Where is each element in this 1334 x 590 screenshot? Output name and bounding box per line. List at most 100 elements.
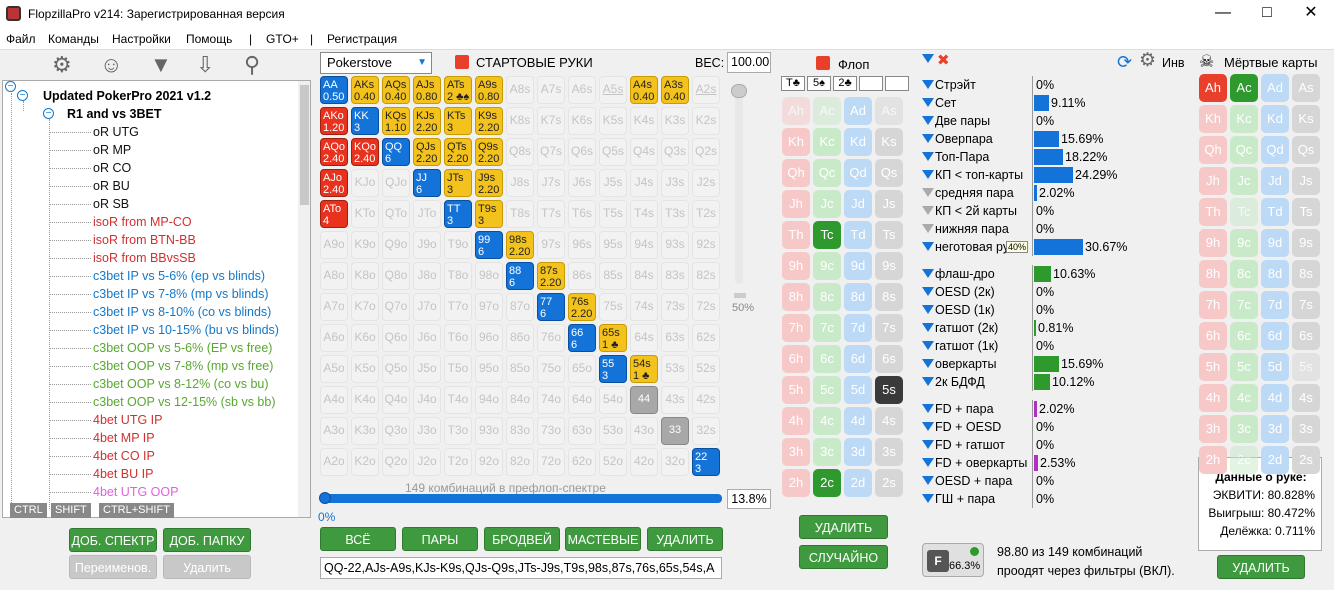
matrix-cell[interactable]: T2s xyxy=(692,200,720,228)
flop-card[interactable]: Qs xyxy=(875,159,903,187)
matrix-cell[interactable]: Q5o xyxy=(382,355,410,383)
matrix-cell[interactable]: 93o xyxy=(475,417,503,445)
matrix-cell[interactable]: A9s 0.80 xyxy=(475,76,503,104)
matrix-cell[interactable]: Q3s xyxy=(661,138,689,166)
matrix-cell[interactable]: 86s xyxy=(568,262,596,290)
flop-card[interactable]: 7s xyxy=(875,314,903,342)
flop-card[interactable]: 2c xyxy=(813,469,841,497)
flop-card[interactable]: Js xyxy=(875,190,903,218)
flop-card[interactable]: 7h xyxy=(782,314,810,342)
matrix-cell[interactable]: 63s xyxy=(661,324,689,352)
matrix-cell[interactable]: A3s 0.40 xyxy=(661,76,689,104)
matrix-cell[interactable]: 64s xyxy=(630,324,658,352)
matrix-cell[interactable]: QTs 2.20 xyxy=(444,138,472,166)
add-range-button[interactable]: ДОБ. СПЕКТР xyxy=(69,528,157,552)
flop-card[interactable]: Tc xyxy=(813,221,841,249)
matrix-cell[interactable]: 85o xyxy=(506,355,534,383)
matrix-cell[interactable]: J2s xyxy=(692,169,720,197)
dead-card[interactable]: 3h xyxy=(1199,415,1227,443)
matrix-cell[interactable]: T8o xyxy=(444,262,472,290)
tree-item[interactable]: 4bet UTG IP xyxy=(93,411,162,429)
range-progress[interactable] xyxy=(319,492,722,504)
flop-card[interactable]: 4h xyxy=(782,407,810,435)
matrix-cell[interactable]: 62o xyxy=(568,448,596,476)
matrix-cell[interactable]: T6s xyxy=(568,200,596,228)
matrix-cell[interactable]: T9s 3 xyxy=(475,200,503,228)
menu-item[interactable]: Команды xyxy=(48,32,99,46)
matrix-cell[interactable]: T6o xyxy=(444,324,472,352)
flop-card[interactable]: 8s xyxy=(875,283,903,311)
matrix-cell[interactable]: 87o xyxy=(506,293,534,321)
tree-item[interactable]: oR UTG xyxy=(93,123,139,141)
tree-item[interactable]: isoR from MP-CO xyxy=(93,213,192,231)
suited-button[interactable]: МАСТЕВЫЕ xyxy=(565,527,641,551)
flop-slot[interactable]: 5♠ xyxy=(807,76,831,91)
dead-card[interactable]: 9c xyxy=(1230,229,1258,257)
matrix-cell[interactable]: Q8s xyxy=(506,138,534,166)
matrix-cell[interactable]: 93s xyxy=(661,231,689,259)
matrix-cell[interactable]: 53s xyxy=(661,355,689,383)
collapse-root-icon[interactable]: − xyxy=(5,81,16,92)
matrix-cell[interactable]: AJs 0.80 xyxy=(413,76,441,104)
flop-card[interactable]: 5d xyxy=(844,376,872,404)
flop-card[interactable]: Ac xyxy=(813,97,841,125)
import-icon[interactable]: ⇩ xyxy=(196,53,214,77)
matrix-cell[interactable]: QJs 2.20 xyxy=(413,138,441,166)
flop-slot[interactable] xyxy=(859,76,883,91)
matrix-cell[interactable]: J8s xyxy=(506,169,534,197)
matrix-cell[interactable]: K8s xyxy=(506,107,534,135)
matrix-cell[interactable]: 94s xyxy=(630,231,658,259)
matrix-cell[interactable]: KTs 3 xyxy=(444,107,472,135)
filter-icon[interactable] xyxy=(922,224,934,236)
matrix-cell[interactable]: Q5s xyxy=(599,138,627,166)
flop-card[interactable]: 4c xyxy=(813,407,841,435)
matrix-cell[interactable]: 92o xyxy=(475,448,503,476)
matrix-cell[interactable]: 83o xyxy=(506,417,534,445)
matrix-cell[interactable]: 43o xyxy=(630,417,658,445)
dead-card[interactable]: Kd xyxy=(1261,105,1289,133)
filter-icon[interactable] xyxy=(922,54,934,66)
tree-item[interactable]: oR MP xyxy=(93,141,131,159)
matrix-cell[interactable]: 63o xyxy=(568,417,596,445)
matrix-cell[interactable]: 73o xyxy=(537,417,565,445)
matrix-cell[interactable]: J3s xyxy=(661,169,689,197)
tree-item[interactable]: c3bet OOP vs 8-12% (co vs bu) xyxy=(93,375,269,393)
flop-delete-button[interactable]: УДАЛИТЬ xyxy=(799,515,888,539)
matrix-cell[interactable]: 33 xyxy=(661,417,689,445)
flop-card[interactable]: Th xyxy=(782,221,810,249)
flop-card[interactable]: 2s xyxy=(875,469,903,497)
menu-item[interactable]: Помощь xyxy=(186,32,232,46)
matrix-cell[interactable]: 65o xyxy=(568,355,596,383)
flop-card[interactable]: 5h xyxy=(782,376,810,404)
maximize-icon[interactable]: □ xyxy=(1252,4,1282,24)
flop-card[interactable]: 6h xyxy=(782,345,810,373)
dead-card[interactable]: Td xyxy=(1261,198,1289,226)
flop-card[interactable]: 7d xyxy=(844,314,872,342)
flop-card[interactable]: 9d xyxy=(844,252,872,280)
matrix-cell[interactable]: 22 3 xyxy=(692,448,720,476)
flop-card[interactable]: Td xyxy=(844,221,872,249)
filter-icon[interactable] xyxy=(922,359,934,371)
menu-item[interactable]: Регистрация xyxy=(327,32,397,46)
matrix-cell[interactable]: J9s 2.20 xyxy=(475,169,503,197)
dead-card[interactable]: 8d xyxy=(1261,260,1289,288)
matrix-cell[interactable]: Q7s xyxy=(537,138,565,166)
matrix-cell[interactable]: 42o xyxy=(630,448,658,476)
dead-card[interactable]: 6h xyxy=(1199,322,1227,350)
flop-card[interactable]: 3s xyxy=(875,438,903,466)
flop-slot[interactable]: T♣ xyxy=(781,76,805,91)
matrix-cell[interactable]: 88 6 xyxy=(506,262,534,290)
dead-card[interactable]: 2d xyxy=(1261,446,1289,474)
broadway-button[interactable]: БРОДВЕЙ xyxy=(484,527,560,551)
matrix-cell[interactable]: A6s xyxy=(568,76,596,104)
percent-input[interactable]: 13.8% xyxy=(727,489,771,509)
tree-item[interactable]: c3bet OOP vs 12-15% (sb vs bb) xyxy=(93,393,276,411)
flop-card[interactable]: 9c xyxy=(813,252,841,280)
dead-card[interactable]: 4s xyxy=(1292,384,1320,412)
flop-card[interactable]: 6d xyxy=(844,345,872,373)
dead-card[interactable]: 4h xyxy=(1199,384,1227,412)
matrix-cell[interactable]: 97s xyxy=(537,231,565,259)
flop-card[interactable]: Kd xyxy=(844,128,872,156)
matrix-cell[interactable]: 99 6 xyxy=(475,231,503,259)
dead-card[interactable]: 2h xyxy=(1199,446,1227,474)
